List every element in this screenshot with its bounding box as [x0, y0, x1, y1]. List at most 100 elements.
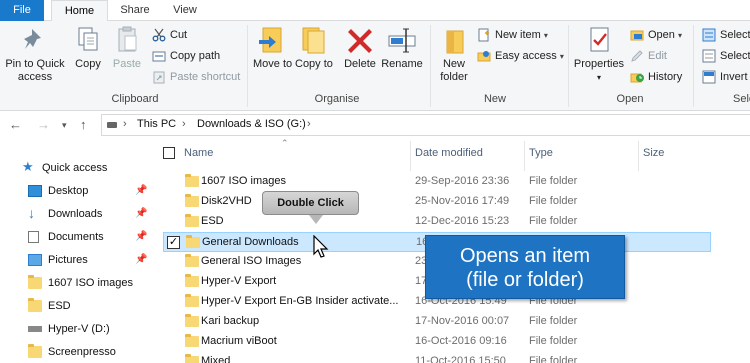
column-header-date-modified[interactable]: Date modified [415, 147, 483, 159]
table-row[interactable]: Macrium viBoot 16-Oct-2016 09:16 File fo… [163, 332, 711, 352]
chevron-down-icon: ▾ [677, 31, 682, 40]
edit-button[interactable]: Edit [630, 47, 667, 65]
recent-locations-chevron-icon[interactable]: ▾ [62, 120, 67, 131]
new-item-button[interactable]: New item ▾ [477, 26, 548, 44]
tab-view[interactable]: View [163, 0, 207, 21]
file-date: 17-Nov-2016 00:07 [415, 315, 510, 327]
select-none-button[interactable]: Select [702, 47, 750, 65]
invert-selection-button[interactable]: Invert [702, 68, 748, 86]
properties-label: Properties [573, 58, 625, 70]
history-button[interactable]: History [630, 68, 682, 86]
table-row[interactable]: Mixed 11-Oct-2016 15:50 File folder [163, 352, 711, 363]
copy-button[interactable]: Copy [72, 25, 104, 71]
file-type: File folder [529, 175, 578, 187]
nav-1607-iso-images-label: 1607 ISO images [48, 277, 133, 289]
chevron-down-icon: ▾ [559, 52, 564, 61]
pin-icon[interactable]: 📌 [135, 231, 147, 242]
new-group-label: New [483, 93, 506, 105]
row-checkbox-checked[interactable]: ✓ [167, 236, 180, 249]
chevron-down-icon: ▾ [596, 73, 601, 82]
file-type: File folder [529, 195, 578, 207]
table-row[interactable]: Kari backup 17-Nov-2016 00:07 File folde… [163, 312, 711, 332]
file-type: File folder [529, 335, 578, 347]
file-date: 16-Oct-2016 09:16 [415, 335, 507, 347]
copy-to-button[interactable]: Copy to [295, 25, 333, 71]
breadcrumb-drive[interactable]: Downloads & ISO (G:) [197, 118, 306, 130]
open-button[interactable]: Open ▾ [630, 26, 682, 44]
folder-icon [185, 354, 199, 363]
pin-to-quick-access-button[interactable]: Pin to Quick access [3, 25, 67, 84]
file-type: File folder [529, 315, 578, 327]
column-divider[interactable] [410, 141, 411, 171]
file-name: Disk2VHD [201, 195, 252, 207]
pictures-icon [28, 254, 42, 266]
delete-button[interactable]: Delete [341, 25, 379, 71]
nav-esd-label: ESD [48, 300, 71, 312]
nav-quick-access-label: Quick access [42, 162, 108, 174]
invert-selection-label: Invert [720, 71, 748, 83]
file-name: 1607 ISO images [201, 175, 286, 187]
pin-label: Pin to Quick access [5, 58, 65, 83]
copy-path-button[interactable]: Copy path [152, 47, 220, 65]
pin-icon[interactable]: 📌 [135, 185, 147, 196]
move-to-icon [255, 25, 287, 55]
desktop-icon [28, 185, 42, 197]
file-name: General ISO Images [201, 255, 302, 267]
nav-desktop-label: Desktop [48, 185, 89, 197]
properties-button[interactable]: Properties ▾ [572, 25, 626, 84]
rename-button[interactable]: Rename [381, 25, 423, 71]
folder-icon [28, 298, 42, 312]
pin-icon[interactable]: 📌 [135, 208, 147, 219]
select-all-label: Select [720, 29, 750, 41]
column-header-type[interactable]: Type [529, 147, 553, 159]
table-row[interactable]: 1607 ISO images 29-Sep-2016 23:36 File f… [163, 172, 711, 192]
back-arrow-icon[interactable]: ← [9, 117, 22, 132]
new-folder-label: New folder [440, 58, 468, 83]
up-arrow-icon[interactable]: ↑ [80, 117, 87, 132]
drive-icon [107, 122, 117, 128]
select-all-button[interactable]: Select [702, 26, 750, 44]
easy-access-button[interactable]: Easy access ▾ [477, 47, 564, 65]
file-date: 29-Sep-2016 23:36 [415, 175, 510, 187]
forward-arrow-icon[interactable]: → [37, 117, 50, 132]
file-name: General Downloads [202, 236, 299, 248]
move-to-label: Move to [253, 58, 293, 70]
new-folder-icon [438, 25, 470, 55]
info-callout-line-2: (file or folder) [466, 269, 584, 291]
edit-pencil-icon [630, 49, 644, 63]
column-divider[interactable] [524, 141, 525, 171]
easy-access-icon [477, 49, 491, 63]
folder-icon [185, 214, 199, 227]
column-header-name[interactable]: Name [184, 147, 213, 159]
breadcrumb-this-pc[interactable]: This PC [137, 118, 176, 130]
column-header-size[interactable]: Size [643, 147, 664, 159]
move-to-button[interactable]: Move to [253, 25, 293, 70]
group-divider [247, 25, 248, 107]
file-type: File folder [529, 355, 578, 363]
table-row[interactable]: ESD 12-Dec-2016 15:23 File folder [163, 212, 711, 232]
paste-label: Paste [112, 58, 142, 70]
column-divider[interactable] [638, 141, 639, 171]
chevron-down-icon: ▾ [543, 31, 548, 40]
easy-access-label: Easy access [495, 50, 557, 62]
new-folder-button[interactable]: New folder [436, 25, 472, 84]
tab-file[interactable]: File [0, 0, 44, 21]
select-all-checkbox[interactable] [163, 147, 175, 159]
address-bar[interactable]: › This PC › Downloads & ISO (G:) › [101, 114, 750, 136]
copy-label: Copy [75, 58, 101, 70]
tab-share[interactable]: Share [113, 0, 157, 21]
file-date: 25-Nov-2016 17:49 [415, 195, 510, 207]
cut-button[interactable]: Cut [152, 26, 187, 44]
pin-icon[interactable]: 📌 [135, 254, 147, 265]
pin-icon [19, 25, 51, 55]
file-date: 11-Oct-2016 15:50 [415, 355, 506, 363]
double-click-callout: Double Click [262, 191, 359, 224]
chevron-right-icon: › [123, 118, 127, 130]
file-name: Kari backup [201, 315, 260, 327]
tab-home[interactable]: Home [51, 0, 108, 22]
table-row[interactable]: Disk2VHD 25-Nov-2016 17:49 File folder [163, 192, 711, 212]
paste-shortcut-button[interactable]: Paste shortcut [152, 68, 240, 86]
paste-button[interactable]: Paste [110, 25, 144, 71]
file-explorer-window: File Home Share View Pin to Quick access… [0, 0, 750, 363]
organise-group-label: Organise [314, 93, 360, 105]
